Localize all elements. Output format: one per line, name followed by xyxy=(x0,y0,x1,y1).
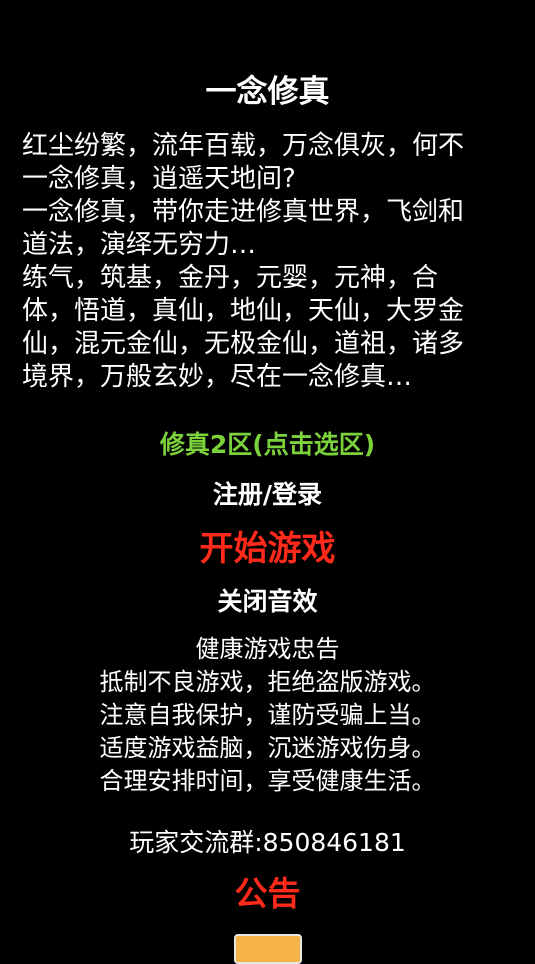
register-login-button[interactable]: 注册/登录 xyxy=(0,478,535,512)
intro-line: 道法，演绎无穷力… xyxy=(22,230,257,260)
intro-line: 一念修真，带你走进修真世界，飞剑和 xyxy=(22,197,465,227)
health-advice: 健康游戏忠告 抵制不良游戏，拒绝盗版游戏。 注意自我保护，谨防受骗上当。 适度游… xyxy=(0,633,535,798)
intro-line: 境界，万般玄妙，尽在一念修真… xyxy=(22,362,413,392)
notice-button[interactable]: 公告 xyxy=(0,872,535,916)
health-advice-line: 适度游戏益脑，沉迷游戏伤身。 xyxy=(99,734,436,762)
server-select-button[interactable]: 修真2区(点击选区) xyxy=(0,428,535,462)
start-game-button[interactable]: 开始游戏 xyxy=(0,526,535,572)
intro-line: 红尘纷繁，流年百载，万念俱灰，何不 xyxy=(22,131,465,161)
intro-line: 练气，筑基，金丹，元婴，元神，合 xyxy=(22,263,439,293)
game-start-screen: 一念修真 红尘纷繁，流年百载，万念俱灰，何不 一念修真，逍遥天地间? 一念修真，… xyxy=(0,0,535,964)
bottom-action-button[interactable] xyxy=(234,934,302,964)
health-advice-heading: 健康游戏忠告 xyxy=(195,635,340,663)
health-advice-line: 注意自我保护，谨防受骗上当。 xyxy=(99,701,436,729)
toggle-sound-button[interactable]: 关闭音效 xyxy=(0,585,535,619)
health-advice-line: 合理安排时间，享受健康生活。 xyxy=(99,767,436,795)
game-title: 一念修真 xyxy=(205,74,330,110)
game-intro: 红尘纷繁，流年百载，万念俱灰，何不 一念修真，逍遥天地间? 一念修真，带你走进修… xyxy=(22,130,513,394)
intro-line: 仙，混元金仙，无极金仙，道祖，诸多 xyxy=(22,329,465,359)
player-group-info: 玩家交流群:850846181 xyxy=(129,828,406,857)
intro-line: 体，悟道，真仙，地仙，天仙，大罗金 xyxy=(22,296,465,326)
intro-line: 一念修真，逍遥天地间? xyxy=(22,164,296,194)
health-advice-line: 抵制不良游戏，拒绝盗版游戏。 xyxy=(99,668,436,696)
